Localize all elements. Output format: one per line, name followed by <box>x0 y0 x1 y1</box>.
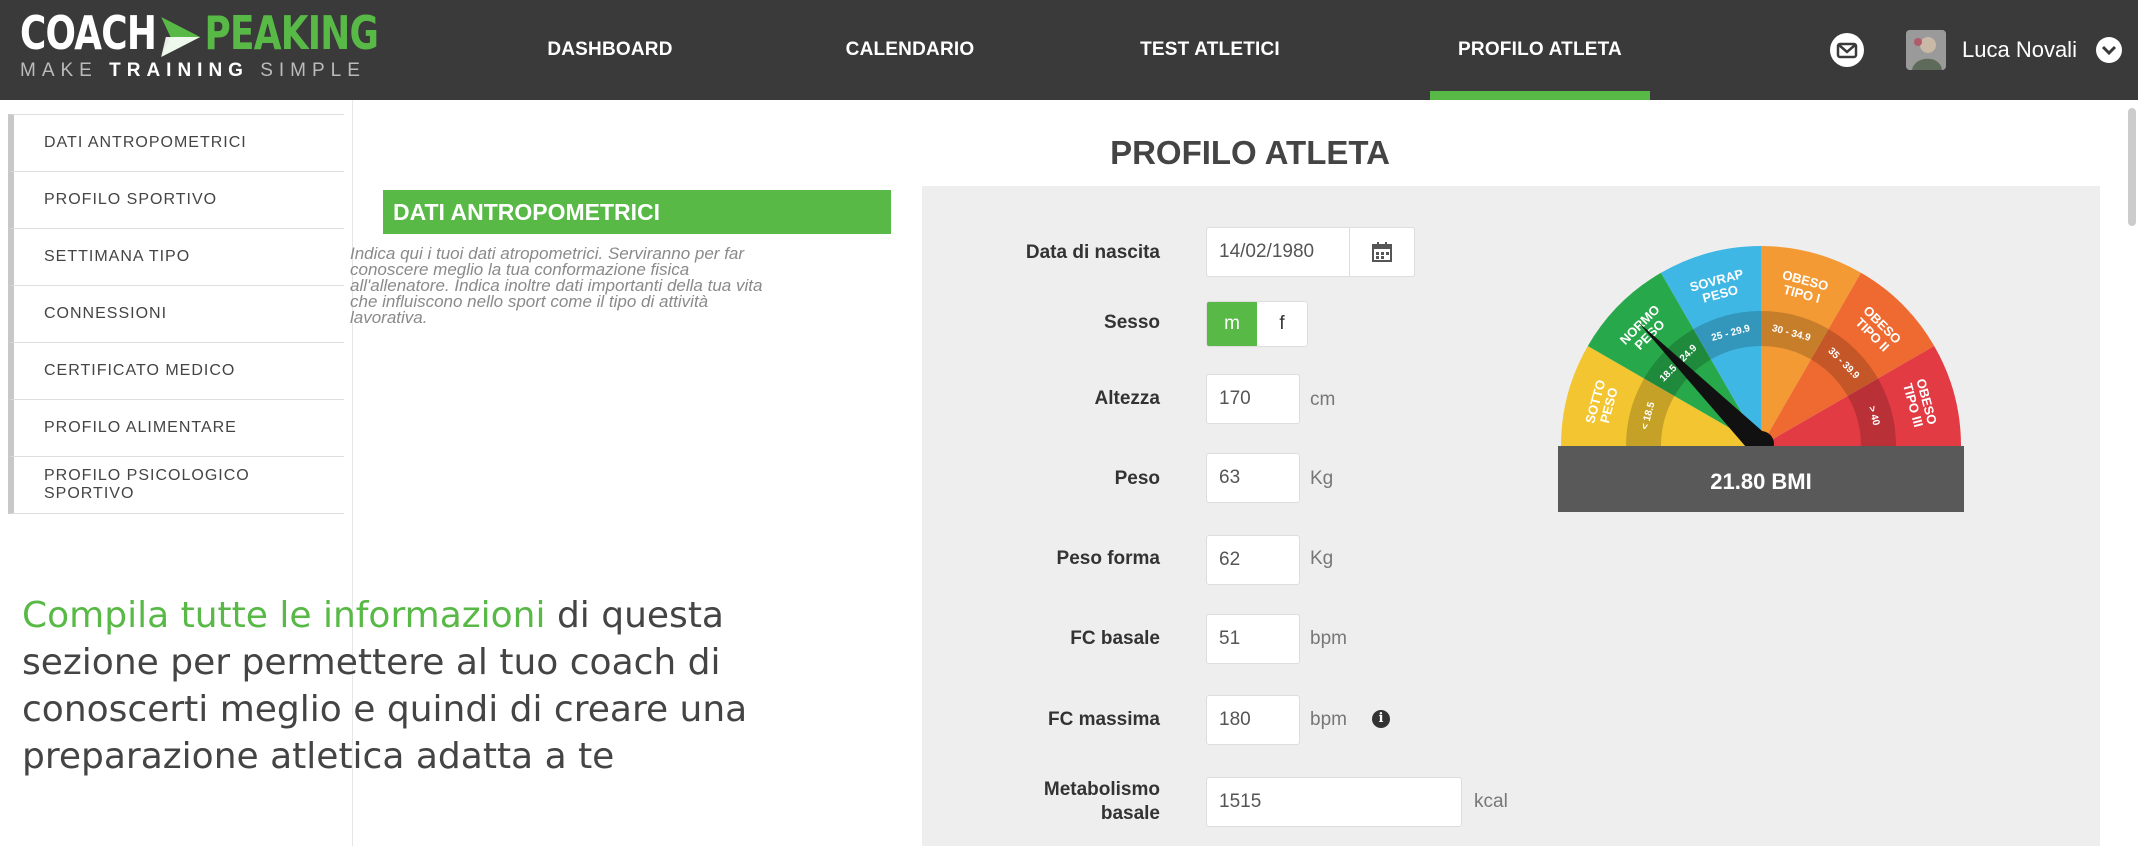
logo-tagline: MAKE TRAINING SIMPLE <box>20 60 366 81</box>
nav-test-atletici[interactable]: TEST ATLETICI <box>1120 0 1300 100</box>
avatar[interactable] <box>1906 30 1946 70</box>
hr-rest-unit: bpm <box>1310 628 1347 649</box>
hr-max-input[interactable]: 180 <box>1206 695 1300 745</box>
promo-highlight: Compila tutte le informazioni <box>22 595 546 636</box>
page-scrollbar[interactable] <box>2128 108 2136 226</box>
sex-toggle: m f <box>1206 301 1308 347</box>
envelope-icon[interactable] <box>1830 33 1864 67</box>
nav-profilo-atleta[interactable]: PROFILO ATLETA <box>1430 0 1650 100</box>
bmi-gauge: SOTTOPESO< 18.5NORMOPESO18.5 - 24.9SOVRA… <box>1558 246 1964 512</box>
logo-arrow-icon <box>160 16 200 57</box>
sidebar-item-profilo-alimentare[interactable]: PROFILO ALIMENTARE <box>8 400 344 457</box>
height-input[interactable]: 170 <box>1206 374 1300 424</box>
bmi-value: 21.80 BMI <box>1710 469 1812 494</box>
hr-max-unit: bpm <box>1310 709 1347 730</box>
sidebar-item-certificato-medico[interactable]: CERTIFICATO MEDICO <box>8 343 344 400</box>
section-description: Indica qui i tuoi dati atropometrici. Se… <box>350 244 763 327</box>
hr-max-label: FC massima <box>1048 709 1160 730</box>
weight-label: Peso <box>1114 468 1160 489</box>
bmr-input[interactable]: 1515 <box>1206 777 1462 827</box>
info-icon[interactable]: i <box>1372 710 1390 728</box>
section-header: DATI ANTROPOMETRICI <box>383 190 891 234</box>
weight-input[interactable]: 63 <box>1206 453 1300 503</box>
birthdate-input[interactable]: 14/02/1980 <box>1206 227 1350 277</box>
chevron-down-icon[interactable] <box>2096 37 2122 63</box>
logo-text-left: COACH <box>20 6 157 60</box>
sidebar-item-profilo-sportivo[interactable]: PROFILO SPORTIVO <box>8 172 344 229</box>
coachpeaking-logo[interactable]: COACH PEAKING MAKE TRAINING SIMPLE <box>20 8 479 82</box>
calendar-icon[interactable] <box>1349 227 1415 277</box>
birthdate-label: Data di nascita <box>1025 242 1160 263</box>
height-unit: cm <box>1310 389 1336 410</box>
height-label: Altezza <box>1094 388 1160 409</box>
sex-label: Sesso <box>1104 312 1160 333</box>
sidebar-item-settimana-tipo[interactable]: SETTIMANA TIPO <box>8 229 344 286</box>
sidebar-item-profilo-psicologico-sportivo[interactable]: PROFILO PSICOLOGICO SPORTIVO <box>8 457 344 514</box>
bmr-label: Metabolismo basale <box>1043 779 1160 824</box>
sidebar-item-connessioni[interactable]: CONNESSIONI <box>8 286 344 343</box>
ideal-weight-input[interactable]: 62 <box>1206 535 1300 585</box>
hr-rest-label: FC basale <box>1070 628 1160 649</box>
nav-calendario[interactable]: CALENDARIO <box>820 0 1000 100</box>
ideal-weight-unit: Kg <box>1310 548 1334 569</box>
bmr-unit: kcal <box>1474 791 1508 812</box>
logo-text-right: PEAKING <box>204 6 379 60</box>
nav-dashboard[interactable]: DASHBOARD <box>520 0 700 100</box>
sidebar-item-dati-antropometrici[interactable]: DATI ANTROPOMETRICI <box>8 114 344 172</box>
weight-unit: Kg <box>1310 468 1334 489</box>
sex-option-m[interactable]: m <box>1207 302 1257 346</box>
ideal-weight-label: Peso forma <box>1056 548 1160 569</box>
hr-rest-input[interactable]: 51 <box>1206 614 1300 664</box>
page-title: PROFILO ATLETA <box>1110 134 1390 171</box>
top-navbar: COACH PEAKING MAKE TRAINING SIMPLE DASHBO… <box>0 0 2138 100</box>
sex-option-f[interactable]: f <box>1257 302 1307 346</box>
sidebar: DATI ANTROPOMETRICI PROFILO SPORTIVO SET… <box>8 114 344 514</box>
promo-callout: Compila tutte le informazioni di questa … <box>22 595 748 777</box>
user-name[interactable]: Luca Novali <box>1962 37 2077 63</box>
